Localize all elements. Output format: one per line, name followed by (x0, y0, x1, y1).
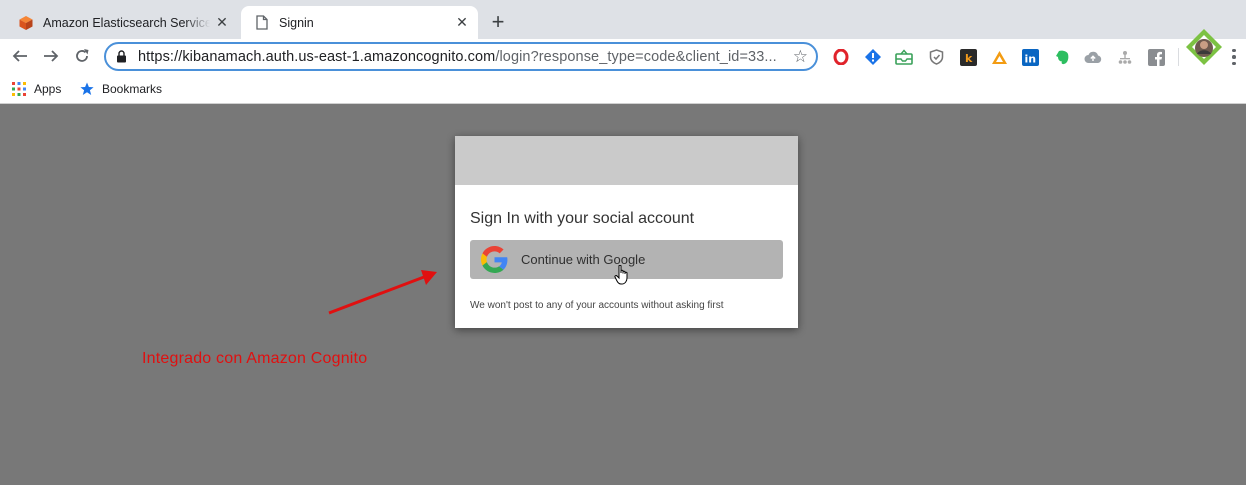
star-icon (80, 82, 94, 96)
opera-extension-icon[interactable] (832, 48, 850, 66)
lock-icon[interactable] (116, 50, 128, 64)
toolbar-divider (1178, 48, 1179, 66)
document-icon (254, 15, 270, 31)
google-logo-icon (481, 246, 508, 273)
bookmark-star-icon[interactable]: ☆ (793, 47, 808, 67)
dialog-heading: Sign In with your social account (470, 210, 695, 227)
tab-signin[interactable]: Signin ✕ (241, 6, 478, 39)
linkedin-icon[interactable]: in (1021, 48, 1039, 66)
cloud-upload-icon[interactable] (1084, 48, 1102, 66)
triangle-extension-icon[interactable] (990, 48, 1008, 66)
apps-grid-icon (12, 82, 26, 96)
bookmarks-bar: Apps Bookmarks (0, 74, 1246, 104)
facebook-icon[interactable] (1147, 48, 1165, 66)
back-arrow-icon[interactable] (8, 44, 32, 68)
tab-strip: Amazon Elasticsearch Service ( ✕ Signin … (0, 0, 1246, 39)
shield-extension-icon[interactable] (927, 48, 945, 66)
dialog-header (455, 136, 798, 185)
k-extension-icon[interactable]: k (959, 48, 977, 66)
annotation-arrow (328, 270, 437, 315)
bookmark-label: Bookmarks (102, 82, 163, 96)
url-host: https://kibanamach.auth.us-east-1.amazon… (138, 48, 496, 65)
profile-avatar[interactable] (1186, 29, 1222, 65)
address-bar[interactable]: https://kibanamach.auth.us-east-1.amazon… (104, 42, 818, 71)
forward-arrow-icon[interactable] (39, 44, 63, 68)
privacy-note: We won't post to any of your accounts wi… (470, 300, 724, 311)
url-path: /login?response_type=code&client_id=33..… (495, 48, 777, 65)
tab-title: Amazon Elasticsearch Service ( (43, 15, 210, 30)
tab-title: Signin (279, 15, 314, 30)
inbox-extension-icon[interactable] (895, 48, 913, 66)
close-tab-icon[interactable]: ✕ (210, 11, 234, 35)
new-tab-button[interactable]: + (484, 8, 512, 36)
reload-icon[interactable] (70, 44, 94, 68)
svg-text:k: k (965, 52, 973, 65)
tree-extension-icon[interactable] (1116, 48, 1134, 66)
hand-cursor-icon (614, 265, 628, 285)
bookmark-label: Apps (34, 82, 62, 96)
url-text[interactable]: https://kibanamach.auth.us-east-1.amazon… (138, 49, 816, 65)
browser-toolbar: https://kibanamach.auth.us-east-1.amazon… (0, 29, 1246, 74)
aws-cube-icon (18, 15, 34, 31)
evernote-icon[interactable] (1053, 48, 1071, 66)
bookmark-bookmarks[interactable]: Bookmarks (80, 80, 162, 98)
annotation-caption: Integrado con Amazon Cognito (142, 350, 368, 367)
signin-dialog: Sign In with your social account Continu… (455, 136, 798, 328)
diamond-extension-icon[interactable] (864, 48, 882, 66)
bookmark-apps[interactable]: Apps (12, 80, 61, 98)
svg-text:in: in (1024, 52, 1036, 65)
tab-amazon-elasticsearch[interactable]: Amazon Elasticsearch Service ( ✕ (8, 6, 238, 39)
close-tab-icon[interactable]: ✕ (450, 11, 474, 35)
more-menu-icon[interactable] (1228, 47, 1240, 67)
